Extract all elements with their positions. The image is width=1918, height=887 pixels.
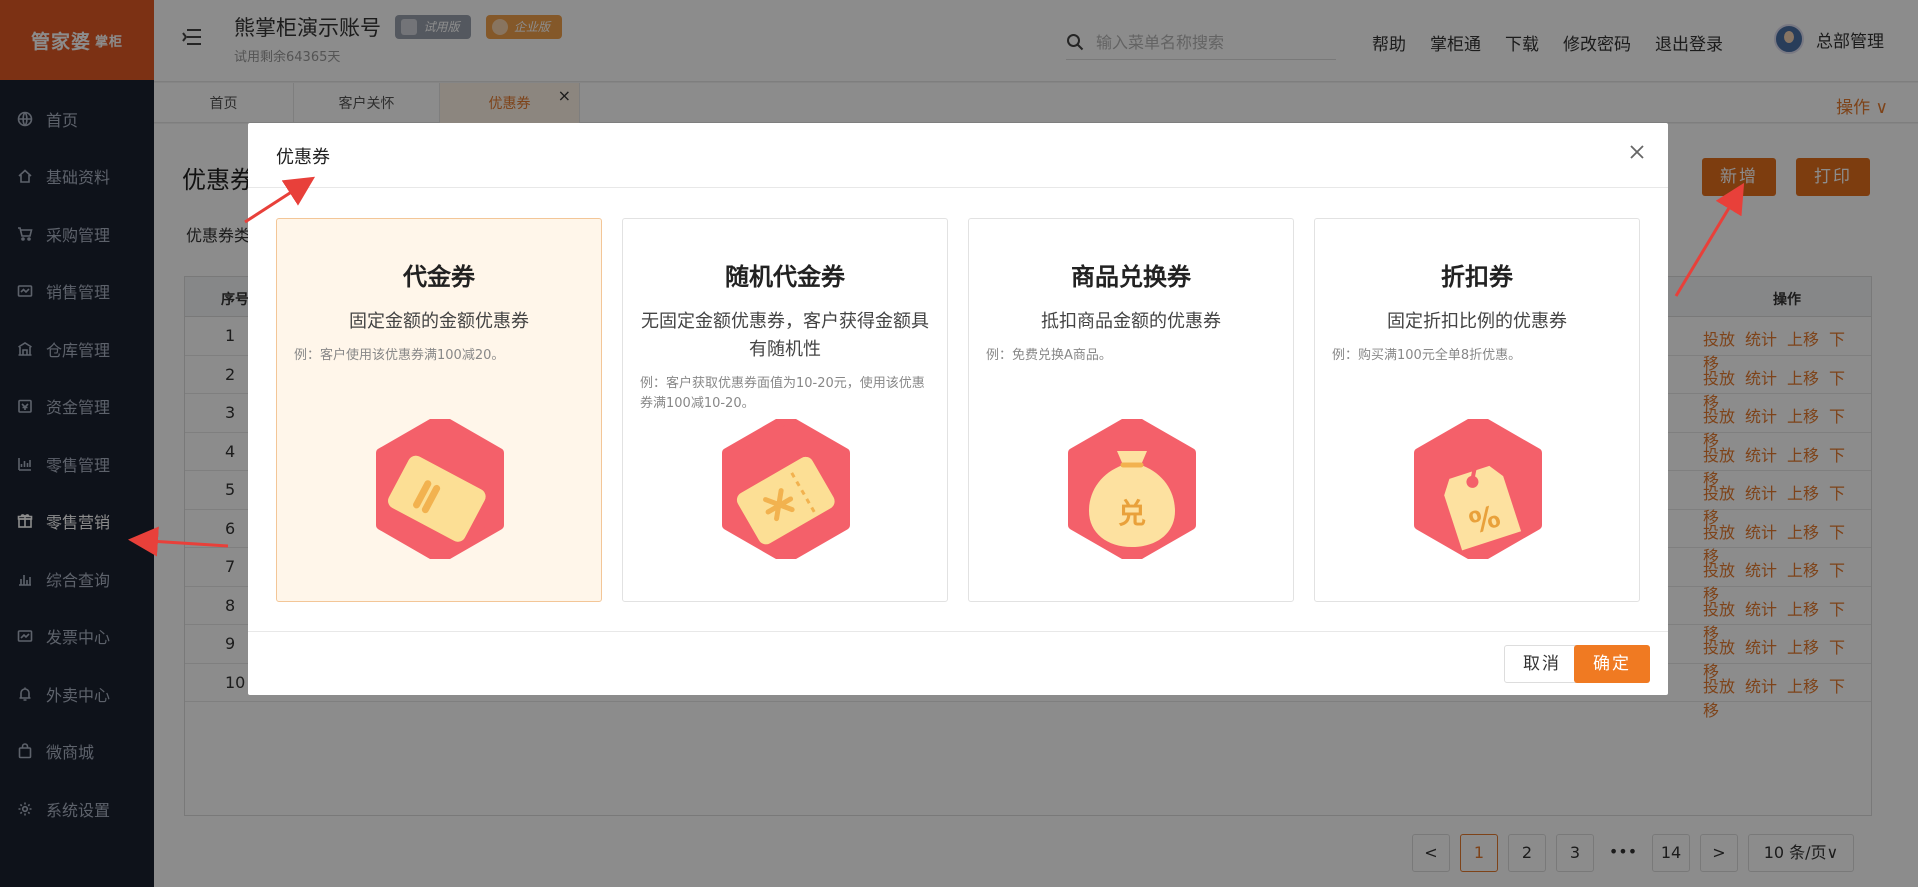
random-voucher-icon bbox=[722, 419, 850, 559]
card-desc: 固定折扣比例的优惠券 bbox=[1387, 311, 1567, 332]
card-title: 随机代金券 bbox=[725, 263, 845, 291]
discount-tag-icon: % bbox=[1414, 419, 1542, 559]
card-desc: 固定金额的金额优惠券 bbox=[349, 311, 529, 332]
dialog-footer: 取消 确定 bbox=[248, 631, 1668, 695]
exchange-glyph: 兑 bbox=[1118, 497, 1146, 530]
card-discount-voucher[interactable]: 折扣券 固定折扣比例的优惠券 例：购买满100元全单8折优惠。 % bbox=[1314, 218, 1640, 602]
card-title: 折扣券 bbox=[1441, 263, 1513, 291]
exchange-bag-icon: 兑 bbox=[1068, 419, 1196, 559]
card-example: 例：购买满100元全单8折优惠。 bbox=[1332, 348, 1522, 363]
card-desc: 抵扣商品金额的优惠券 bbox=[1041, 311, 1221, 332]
card-title: 代金券 bbox=[403, 263, 475, 291]
card-title: 商品兑换券 bbox=[1071, 263, 1191, 291]
card-cash-voucher[interactable]: 代金券 固定金额的金额优惠券 例：客户使用该优惠券满100减20。 bbox=[276, 218, 602, 602]
cancel-button[interactable]: 取消 bbox=[1504, 645, 1580, 683]
card-desc: 无固定金额优惠券，客户获得金额具有随机性 bbox=[641, 311, 929, 360]
card-example: 例：客户获取优惠券面值为10-20元，使用该优惠券满100减10-20。 bbox=[640, 376, 925, 411]
coupon-type-dialog: 优惠券 代金券 固定金额的金额优惠券 例：客户使用该优惠券满100减20。 随机… bbox=[248, 123, 1668, 695]
confirm-button[interactable]: 确定 bbox=[1574, 645, 1650, 683]
card-example: 例：客户使用该优惠券满100减20。 bbox=[294, 348, 505, 363]
cash-voucher-icon bbox=[376, 419, 504, 559]
coupon-type-cards: 代金券 固定金额的金额优惠券 例：客户使用该优惠券满100减20。 随机代金券 … bbox=[276, 218, 1640, 602]
card-exchange-voucher[interactable]: 商品兑换券 抵扣商品金额的优惠券 例：免费兑换A商品。 兑 bbox=[968, 218, 1294, 602]
close-icon[interactable] bbox=[1628, 143, 1646, 161]
dialog-header: 优惠券 bbox=[248, 123, 1668, 188]
card-random-voucher[interactable]: 随机代金券 无固定金额优惠券，客户获得金额具有随机性 例：客户获取优惠券面值为1… bbox=[622, 218, 948, 602]
card-example: 例：免费兑换A商品。 bbox=[986, 348, 1112, 363]
dialog-title: 优惠券 bbox=[276, 147, 330, 168]
